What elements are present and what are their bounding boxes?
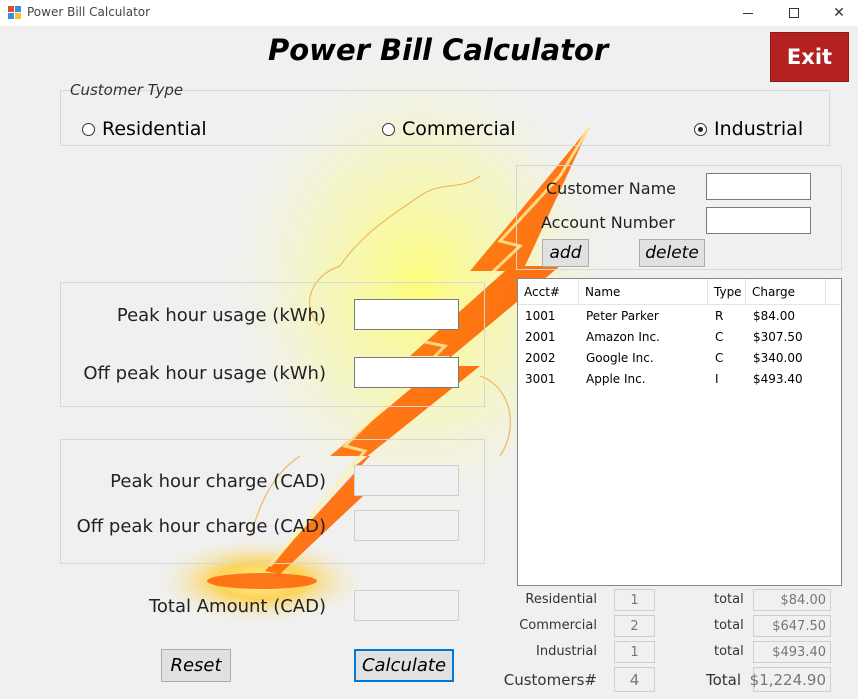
cell-charge: $493.40 <box>753 371 803 386</box>
cell-acct: 2002 <box>525 350 556 365</box>
cell-type: R <box>715 308 724 323</box>
cell-charge: $84.00 <box>753 308 795 323</box>
cell-type: C <box>715 329 724 344</box>
customers-count-label: Customers# <box>503 671 597 689</box>
summary-commercial-label: Commercial <box>519 618 597 633</box>
cell-acct: 2001 <box>525 329 556 344</box>
radio-residential-label: Residential <box>102 118 207 140</box>
table-row[interactable]: 3001 Apple Inc. I $493.40 <box>518 368 841 389</box>
customer-list[interactable]: Acct# Name Type Charge 1001 Peter Parker… <box>517 278 842 586</box>
offpeak-usage-label: Off peak hour usage (kWh) <box>83 363 326 384</box>
grand-total-label: Total <box>706 671 742 689</box>
cell-name: Google Inc. <box>586 350 654 365</box>
summary-industrial-label: Industrial <box>536 644 597 659</box>
grand-total-output: $1,224.90 <box>750 667 831 692</box>
radio-industrial-label: Industrial <box>714 118 804 140</box>
summary-residential-count: 1 <box>614 589 655 611</box>
minimize-icon <box>743 12 753 14</box>
column-header-type[interactable]: Type <box>708 279 746 305</box>
customer-name-input[interactable] <box>706 173 811 200</box>
peak-charge-label: Peak hour charge (CAD) <box>110 471 326 492</box>
peak-charge-output <box>354 465 459 496</box>
summary-industrial-total-label: total <box>714 644 744 659</box>
summary-residential-total-label: total <box>714 592 744 607</box>
cell-name: Apple Inc. <box>586 371 646 386</box>
maximize-icon <box>789 8 799 18</box>
radio-icon <box>382 122 395 136</box>
total-amount-output <box>354 590 459 621</box>
window-titlebar: Power Bill Calculator ✕ <box>0 0 858 26</box>
radio-industrial[interactable]: Industrial <box>694 118 803 140</box>
account-number-input[interactable] <box>706 207 811 234</box>
radio-commercial-label: Commercial <box>402 118 516 140</box>
table-row[interactable]: 2001 Amazon Inc. C $307.50 <box>518 326 841 347</box>
reset-button[interactable]: Reset <box>161 649 231 682</box>
radio-residential[interactable]: Residential <box>82 118 207 140</box>
radio-commercial[interactable]: Commercial <box>382 118 516 140</box>
column-header-acct[interactable]: Acct# <box>518 279 579 305</box>
offpeak-charge-output <box>354 510 459 541</box>
peak-usage-label: Peak hour usage (kWh) <box>116 305 326 326</box>
summary-commercial-count: 2 <box>614 615 655 637</box>
close-icon: ✕ <box>833 5 845 21</box>
cell-name: Peter Parker <box>586 308 659 323</box>
maximize-button[interactable] <box>771 0 817 26</box>
offpeak-charge-label: Off peak hour charge (CAD) <box>76 516 326 537</box>
radio-checked-icon <box>694 122 707 136</box>
summary-commercial-total: $647.50 <box>753 615 831 637</box>
table-row[interactable]: 1001 Peter Parker R $84.00 <box>518 305 841 326</box>
cell-type: I <box>715 371 719 386</box>
exit-button[interactable]: Exit <box>770 32 849 82</box>
column-header-name[interactable]: Name <box>579 279 708 305</box>
cell-charge: $340.00 <box>753 350 803 365</box>
minimize-button[interactable] <box>725 0 771 26</box>
list-header: Acct# Name Type Charge <box>518 279 841 305</box>
cell-acct: 1001 <box>525 308 556 323</box>
customers-count: 4 <box>614 667 655 692</box>
summary-residential-total: $84.00 <box>753 589 831 611</box>
delete-button[interactable]: delete <box>639 239 705 267</box>
cell-charge: $307.50 <box>753 329 803 344</box>
page-title: Power Bill Calculator <box>268 33 609 67</box>
add-button[interactable]: add <box>542 239 589 267</box>
customer-name-label: Customer Name <box>546 179 677 198</box>
column-header-charge[interactable]: Charge <box>746 279 826 305</box>
close-button[interactable]: ✕ <box>816 0 858 26</box>
account-number-label: Account Number <box>541 213 675 232</box>
calculate-button[interactable]: Calculate <box>354 649 454 682</box>
offpeak-usage-input[interactable] <box>354 357 459 388</box>
window-title: Power Bill Calculator <box>27 5 151 19</box>
peak-usage-input[interactable] <box>354 299 459 330</box>
customer-type-legend: Customer Type <box>70 81 184 99</box>
summary-residential-label: Residential <box>525 592 597 607</box>
app-icon <box>8 6 21 19</box>
radio-icon <box>82 122 95 136</box>
total-amount-label: Total Amount (CAD) <box>148 596 326 617</box>
summary-industrial-total: $493.40 <box>753 641 831 663</box>
table-row[interactable]: 2002 Google Inc. C $340.00 <box>518 347 841 368</box>
cell-acct: 3001 <box>525 371 556 386</box>
charges-group <box>60 439 485 564</box>
summary-commercial-total-label: total <box>714 618 744 633</box>
cell-name: Amazon Inc. <box>586 329 660 344</box>
summary-industrial-count: 1 <box>614 641 655 663</box>
cell-type: C <box>715 350 724 365</box>
